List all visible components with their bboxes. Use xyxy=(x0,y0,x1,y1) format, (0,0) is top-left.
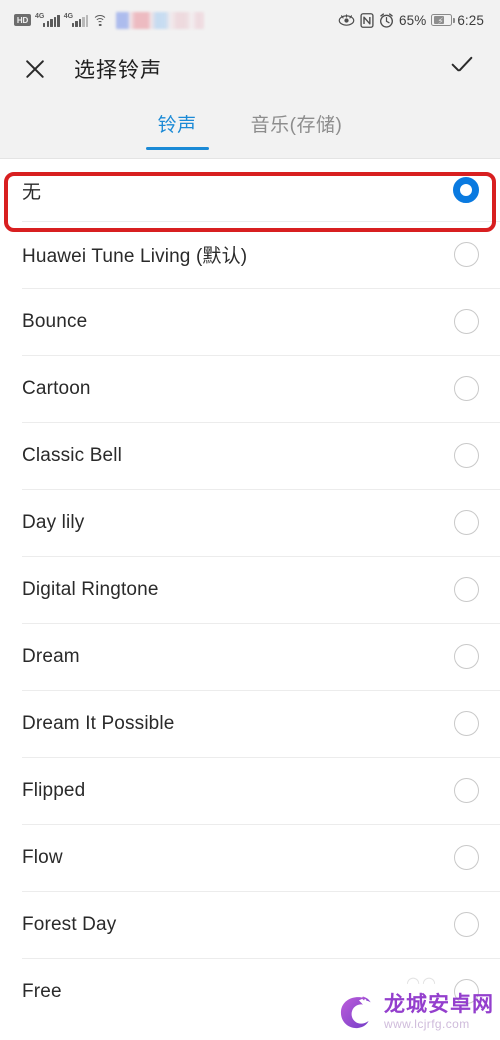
list-item-label: Dream It Possible xyxy=(22,712,175,734)
list-item-label: 无 xyxy=(22,181,42,203)
list-item-label: Flow xyxy=(22,846,63,868)
battery-percent-label: 65% xyxy=(398,12,427,28)
tab-bar: 铃声 音乐(存储) xyxy=(0,98,500,159)
watermark-ghost-mark: ◠◠ xyxy=(406,975,438,992)
list-item-label: Forest Day xyxy=(22,913,117,935)
radio-button[interactable] xyxy=(454,242,479,267)
radio-button[interactable] xyxy=(454,644,479,669)
list-item-label: Free xyxy=(22,980,62,1002)
list-item-label: Flipped xyxy=(22,779,86,801)
list-item-forest-day[interactable]: Forest Day xyxy=(0,891,500,958)
list-item-day-lily[interactable]: Day lily xyxy=(0,489,500,556)
status-bar: HD 4G 4G 65% ⚡ 6:25 xyxy=(0,0,500,40)
radio-button-selected[interactable] xyxy=(453,177,479,203)
check-icon[interactable] xyxy=(450,56,478,82)
list-item-label: Cartoon xyxy=(22,377,91,399)
radio-button[interactable] xyxy=(454,845,479,870)
page-title: 选择铃声 xyxy=(74,59,162,82)
list-item-dream-it-possible[interactable]: Dream It Possible xyxy=(0,690,500,757)
list-item-label: Classic Bell xyxy=(22,444,122,466)
clock-label: 6:25 xyxy=(457,12,484,28)
radio-button[interactable] xyxy=(454,309,479,334)
ringtone-list: 无 Huawei Tune Living (默认) Bounce Cartoon… xyxy=(0,159,500,1025)
radio-button[interactable] xyxy=(454,376,479,401)
nfc-icon xyxy=(360,12,374,28)
battery-icon: ⚡ xyxy=(431,14,455,26)
title-bar: 选择铃声 xyxy=(0,40,500,98)
list-item-none[interactable]: 无 xyxy=(0,159,500,221)
list-item-bounce[interactable]: Bounce xyxy=(0,288,500,355)
radio-button[interactable] xyxy=(454,711,479,736)
radio-button[interactable] xyxy=(454,577,479,602)
network-type-label-2: 4G xyxy=(63,12,74,20)
status-bar-left: HD 4G 4G xyxy=(14,11,205,29)
list-item-digital-ringtone[interactable]: Digital Ringtone xyxy=(0,556,500,623)
list-item-label: Dream xyxy=(22,645,80,667)
status-bar-right: 65% ⚡ 6:25 xyxy=(338,13,484,28)
list-item-flow[interactable]: Flow xyxy=(0,824,500,891)
radio-button[interactable] xyxy=(454,912,479,937)
signal-bars-sim2-icon: 4G xyxy=(63,12,89,27)
signal-bars-sim1-icon: 4G xyxy=(35,12,60,27)
wifi-icon xyxy=(92,14,108,27)
eye-off-icon xyxy=(338,13,355,27)
radio-button[interactable] xyxy=(454,443,479,468)
hd-icon: HD xyxy=(14,14,31,26)
list-item-flipped[interactable]: Flipped xyxy=(0,757,500,824)
list-item-label: Huawei Tune Living (默认) xyxy=(22,246,248,267)
list-item-classic-bell[interactable]: Classic Bell xyxy=(0,422,500,489)
close-icon[interactable] xyxy=(22,56,48,82)
list-item-cartoon[interactable]: Cartoon xyxy=(0,355,500,422)
alarm-clock-icon xyxy=(379,12,394,28)
radio-button[interactable] xyxy=(454,510,479,535)
list-item-dream[interactable]: Dream xyxy=(0,623,500,690)
network-type-label-1: 4G xyxy=(35,12,45,20)
blurred-carrier-label xyxy=(116,11,205,29)
list-item-label: Digital Ringtone xyxy=(22,578,159,600)
tab-music-storage[interactable]: 音乐(存储) xyxy=(251,110,343,150)
radio-button[interactable] xyxy=(454,778,479,803)
tab-ringtones[interactable]: 铃声 xyxy=(145,110,209,150)
list-item-label: Day lily xyxy=(22,511,85,533)
list-item-label: Bounce xyxy=(22,310,88,332)
radio-button[interactable] xyxy=(454,979,479,1004)
list-item-huawei-tune-living[interactable]: Huawei Tune Living (默认) xyxy=(0,221,500,288)
